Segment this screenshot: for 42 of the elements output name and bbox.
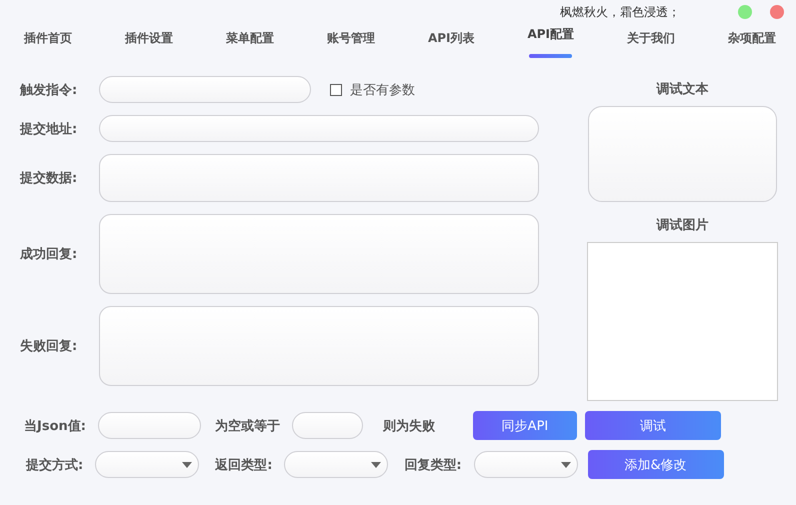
tab[interactable]: API列表 bbox=[428, 30, 474, 60]
tab[interactable]: 账号管理 bbox=[326, 30, 375, 60]
field-label: 触发指令: bbox=[20, 82, 78, 98]
maximize-button[interactable] bbox=[738, 5, 752, 19]
debug-button[interactable]: 调试 bbox=[584, 411, 721, 440]
field-label: 提交数据: bbox=[20, 170, 78, 187]
field-label: 则为失败 bbox=[382, 418, 435, 434]
field-label: 成功回复: bbox=[20, 246, 78, 263]
field-label: 回复类型: bbox=[404, 456, 462, 474]
section-title: 调试文本 bbox=[656, 80, 708, 98]
caret-icon bbox=[182, 462, 192, 468]
tab[interactable]: 菜单配置 bbox=[226, 30, 274, 60]
tab[interactable]: 杂项配置 bbox=[728, 30, 776, 60]
dropdown[interactable] bbox=[284, 451, 388, 478]
sync-button[interactable]: 同步API bbox=[472, 411, 577, 440]
input-field[interactable] bbox=[99, 115, 539, 142]
text-area[interactable] bbox=[99, 306, 539, 386]
field-label: 当Json值: bbox=[24, 418, 86, 434]
status-text: 枫燃秋火，霜色浸透； bbox=[560, 4, 680, 20]
caret-icon bbox=[371, 462, 382, 468]
field-label: 提交地址: bbox=[20, 120, 78, 138]
dropdown[interactable] bbox=[95, 451, 200, 478]
input-field[interactable] bbox=[99, 76, 311, 103]
text-area[interactable] bbox=[99, 154, 539, 202]
tab[interactable]: 插件设置 bbox=[124, 30, 173, 60]
tab[interactable]: 关于我们 bbox=[627, 30, 675, 60]
section-title: 调试图片 bbox=[656, 217, 708, 234]
field-label: 提交方式: bbox=[26, 456, 84, 474]
caret-icon bbox=[560, 462, 571, 468]
field-label: 为空或等于 bbox=[214, 418, 280, 434]
dropdown[interactable] bbox=[474, 451, 578, 478]
checkbox[interactable]: 是否有参数 bbox=[330, 80, 415, 98]
field-label: 返回类型: bbox=[215, 456, 272, 474]
tab[interactable]: API配置 bbox=[527, 26, 574, 60]
tab[interactable]: 插件首页 bbox=[24, 30, 72, 60]
input-field[interactable] bbox=[98, 412, 201, 439]
input-field[interactable] bbox=[292, 412, 363, 439]
text-area[interactable] bbox=[99, 214, 539, 294]
add-button[interactable]: 添加&修改 bbox=[588, 450, 724, 479]
text-area[interactable] bbox=[588, 106, 777, 202]
field-label: 失败回复: bbox=[20, 338, 78, 355]
close-button[interactable] bbox=[770, 5, 784, 19]
